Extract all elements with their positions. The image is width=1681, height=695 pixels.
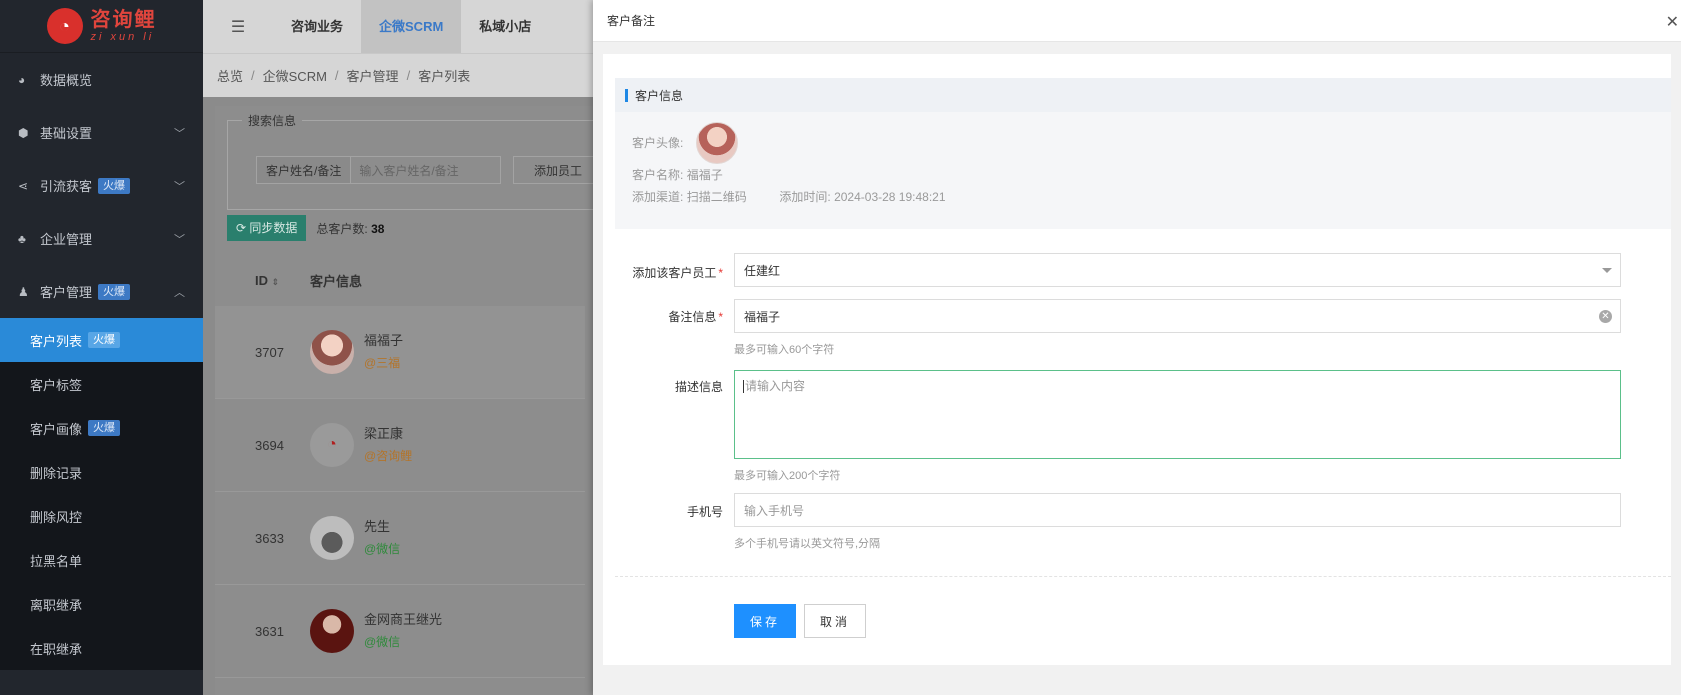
sidebar-item-customer-tags[interactable]: 客户标签: [0, 362, 203, 406]
customer-name: 福福子: [686, 168, 723, 182]
logo-fish-icon: ◔: [46, 8, 83, 44]
menu-label: 客户管理: [40, 285, 93, 300]
channel-value: 扫描二维码: [686, 190, 747, 204]
tab-scrm[interactable]: 企微SCRM: [361, 0, 462, 53]
sidebar-item-customer-profile[interactable]: 客户画像 火爆: [0, 406, 203, 450]
org-icon: ♣: [18, 231, 26, 246]
column-info: 客户信息: [310, 273, 363, 289]
search-name-label: 客户姓名/备注: [256, 156, 352, 184]
time-label: 添加时间:: [779, 190, 831, 204]
remark-input[interactable]: 福福子 ✕: [734, 299, 1621, 333]
table-row[interactable]: 3631 金网商王继光 @微信: [215, 585, 585, 678]
table-row[interactable]: 3694 ◔ 梁正康 @咨询鲤: [215, 399, 585, 492]
menu-item-acquisition[interactable]: ⋖ 引流获客 火爆 ﹀: [0, 159, 203, 212]
channel-label: 添加渠道:: [632, 190, 684, 204]
avatar: [310, 330, 354, 374]
breadcrumb-current: 客户列表: [418, 69, 471, 84]
table-header: ID ⇕ 客户信息: [215, 254, 585, 306]
avatar-label: 客户头像:: [632, 136, 684, 150]
sidebar-item-delete-risk[interactable]: 删除风控: [0, 494, 203, 538]
hot-badge: 火爆: [98, 177, 131, 194]
hot-badge: 火爆: [88, 332, 121, 348]
logo-pinyin: zi xun li: [90, 30, 155, 43]
menu-item-basic-settings[interactable]: ⬢ 基础设置 ﹀: [0, 106, 203, 159]
phone-input[interactable]: 输入手机号: [734, 493, 1621, 527]
staff-select[interactable]: 任建红: [734, 253, 1621, 287]
avatar: [310, 516, 354, 560]
info-title: 客户信息: [635, 88, 684, 103]
sidebar-item-resign-inherit[interactable]: 离职继承: [0, 582, 203, 626]
avatar: [310, 609, 354, 653]
menu-label: 基础设置: [40, 126, 93, 141]
cube-icon: ⬢: [18, 125, 29, 140]
phone-hint: 多个手机号请以英文符号,分隔: [734, 538, 881, 550]
remark-drawer: 客户备注 ✕ 客户信息 客户头像: 客户名称: 福福子 添加渠道: 扫描二维码: [593, 0, 1681, 695]
drawer-title: 客户备注: [607, 14, 656, 28]
breadcrumb-scrm[interactable]: 企微SCRM: [263, 66, 327, 85]
clear-icon[interactable]: ✕: [1599, 310, 1612, 323]
desc-textarea[interactable]: 请输入内容: [734, 370, 1621, 459]
chevron-down-icon: ﹀: [174, 127, 185, 140]
desc-hint: 最多可输入200个字符: [734, 470, 841, 482]
tab-consult[interactable]: 咨询业务: [273, 0, 361, 53]
avatar: ◔: [310, 423, 354, 467]
cancel-button[interactable]: 取消: [804, 604, 866, 638]
sidebar-item-blacklist[interactable]: 拉黑名单: [0, 538, 203, 582]
breadcrumb-home[interactable]: 总览: [217, 66, 243, 85]
search-name-input[interactable]: 输入客户姓名/备注: [351, 156, 502, 184]
menu-item-enterprise[interactable]: ♣ 企业管理 ﹀: [0, 212, 203, 265]
remark-label: 备注信息: [668, 310, 717, 324]
chevron-down-icon: [1602, 268, 1612, 273]
table-row[interactable]: 3633 先生 @微信: [215, 492, 585, 585]
sync-button[interactable]: ⟳ 同步数据: [227, 215, 307, 241]
app: ◔ 咨询鲤 zi xun li ◕ 数据概览 ⬢ 基础设置 ﹀ ⋖ 引流获客 火…: [0, 0, 1681, 695]
customer-info-card: 客户信息 客户头像: 客户名称: 福福子 添加渠道: 扫描二维码 添加时间: 2…: [615, 78, 1671, 229]
divider: [615, 576, 1671, 577]
drawer-body: 客户信息 客户头像: 客户名称: 福福子 添加渠道: 扫描二维码 添加时间: 2…: [603, 54, 1671, 665]
chevron-down-icon: ﹀: [174, 180, 185, 193]
refresh-icon: ⟳: [236, 221, 250, 235]
name-label: 客户名称:: [632, 168, 684, 182]
menu-label: 企业管理: [40, 232, 93, 247]
search-legend: 搜索信息: [242, 112, 303, 129]
user-icon: ♟: [18, 284, 29, 299]
menu-fold-icon[interactable]: ☰: [203, 17, 273, 37]
sort-icon: ⇕: [271, 276, 280, 287]
sidebar-item-customer-list[interactable]: 客户列表 火爆: [0, 318, 203, 362]
desc-label: 描述信息: [674, 380, 723, 394]
menu-label: 引流获客: [40, 179, 93, 194]
submenu-customer: 客户列表 火爆 客户标签 客户画像 火爆 删除记录 删除风控 拉黑名单 离职继承: [0, 318, 203, 670]
hot-badge: 火爆: [98, 283, 131, 300]
search-staff-label[interactable]: 添加员工: [513, 156, 604, 184]
breadcrumb-customer-mgmt[interactable]: 客户管理: [347, 66, 399, 85]
search-panel: 搜索信息 客户姓名/备注 输入客户姓名/备注 添加员工: [227, 112, 607, 210]
staff-label: 添加该客户员工: [632, 266, 717, 280]
menu-item-overview[interactable]: ◕ 数据概览: [0, 53, 203, 106]
total-count: 总客户数: 38: [316, 221, 385, 236]
share-icon: ⋖: [18, 178, 29, 193]
pie-icon: ◕: [18, 72, 26, 87]
menu-label: 数据概览: [40, 73, 93, 88]
chevron-down-icon: ﹀: [174, 233, 185, 246]
time-value: 2024-03-28 19:48:21: [834, 190, 946, 204]
sidebar-item-onjob-inherit[interactable]: 在职继承: [0, 626, 203, 670]
column-id[interactable]: ID ⇕: [215, 273, 310, 288]
table-row[interactable]: 3707 福福子 @三福: [215, 306, 585, 399]
sidebar: ◔ 咨询鲤 zi xun li ◕ 数据概览 ⬢ 基础设置 ﹀ ⋖ 引流获客 火…: [0, 0, 203, 695]
remark-hint: 最多可输入60个字符: [734, 344, 835, 356]
logo[interactable]: ◔ 咨询鲤 zi xun li: [0, 0, 203, 53]
hot-badge: 火爆: [88, 420, 121, 436]
tab-shop[interactable]: 私域小店: [461, 0, 549, 53]
sidebar-item-delete-records[interactable]: 删除记录: [0, 450, 203, 494]
logo-text: 咨询鲤: [90, 8, 157, 31]
menu-item-customer-mgmt[interactable]: ♟ 客户管理 火爆 ︿: [0, 265, 203, 318]
save-button[interactable]: 保存: [734, 604, 796, 638]
phone-label: 手机号: [686, 505, 723, 519]
close-icon[interactable]: ✕: [1666, 12, 1679, 32]
chevron-up-icon: ︿: [174, 286, 185, 299]
customer-avatar: [696, 122, 738, 164]
